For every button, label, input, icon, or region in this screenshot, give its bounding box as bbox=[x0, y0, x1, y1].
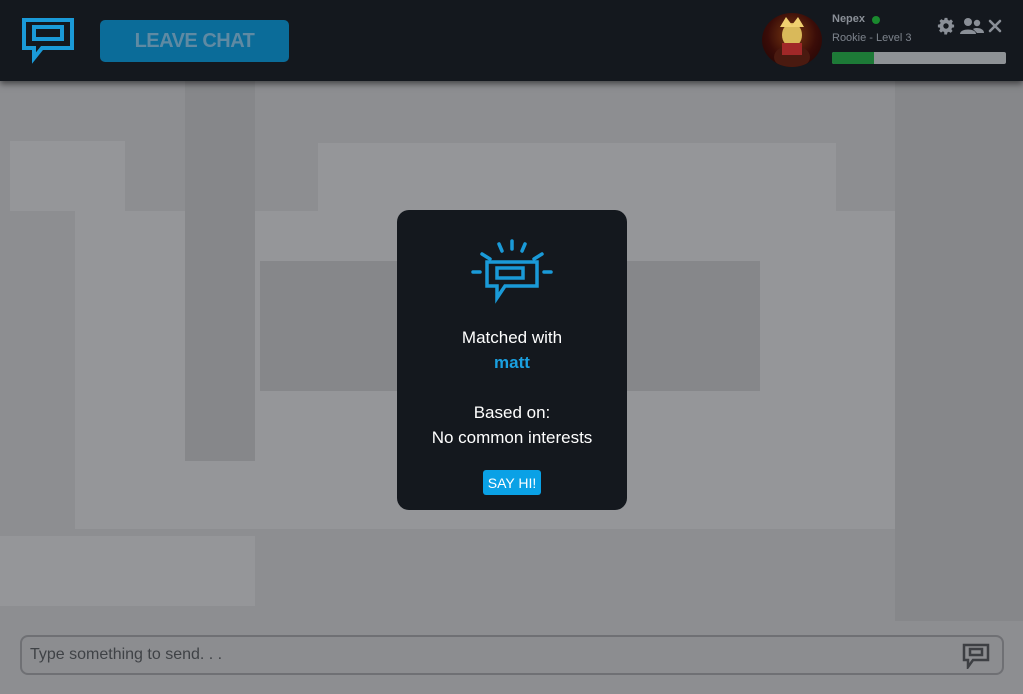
user-rank: Rookie - Level 3 bbox=[832, 32, 912, 44]
matched-with-label: Matched with bbox=[461, 328, 563, 347]
top-bar: LEAVE CHAT Nepex Rookie - Level 3 bbox=[0, 0, 1023, 81]
based-on-label: Based on: bbox=[473, 403, 551, 422]
leave-chat-button[interactable]: LEAVE CHAT bbox=[100, 20, 289, 62]
avatar[interactable] bbox=[762, 13, 822, 67]
close-icon[interactable] bbox=[988, 17, 1008, 35]
say-hi-button[interactable]: SAY HI! bbox=[483, 470, 541, 495]
people-icon[interactable] bbox=[960, 17, 984, 35]
background-decoration bbox=[318, 143, 836, 211]
background-decoration bbox=[895, 81, 1023, 621]
message-composer bbox=[20, 635, 1004, 675]
matched-user-name[interactable]: matt bbox=[397, 353, 627, 373]
xp-progress-fill bbox=[832, 52, 874, 64]
match-dialog: Matched with matt Based on: No common in… bbox=[397, 210, 627, 510]
gear-icon[interactable] bbox=[936, 17, 956, 35]
message-input[interactable] bbox=[30, 637, 950, 673]
match-chat-icon bbox=[469, 238, 555, 310]
background-decoration bbox=[185, 81, 255, 461]
username: Nepex bbox=[832, 13, 866, 25]
chat-logo-icon[interactable] bbox=[20, 16, 76, 64]
online-status-dot bbox=[872, 16, 880, 24]
xp-progress-bar bbox=[832, 52, 1006, 64]
interests-text: No common interests bbox=[431, 428, 593, 447]
background-decoration bbox=[0, 536, 255, 606]
send-icon[interactable] bbox=[962, 643, 990, 671]
background-decoration bbox=[10, 141, 125, 211]
